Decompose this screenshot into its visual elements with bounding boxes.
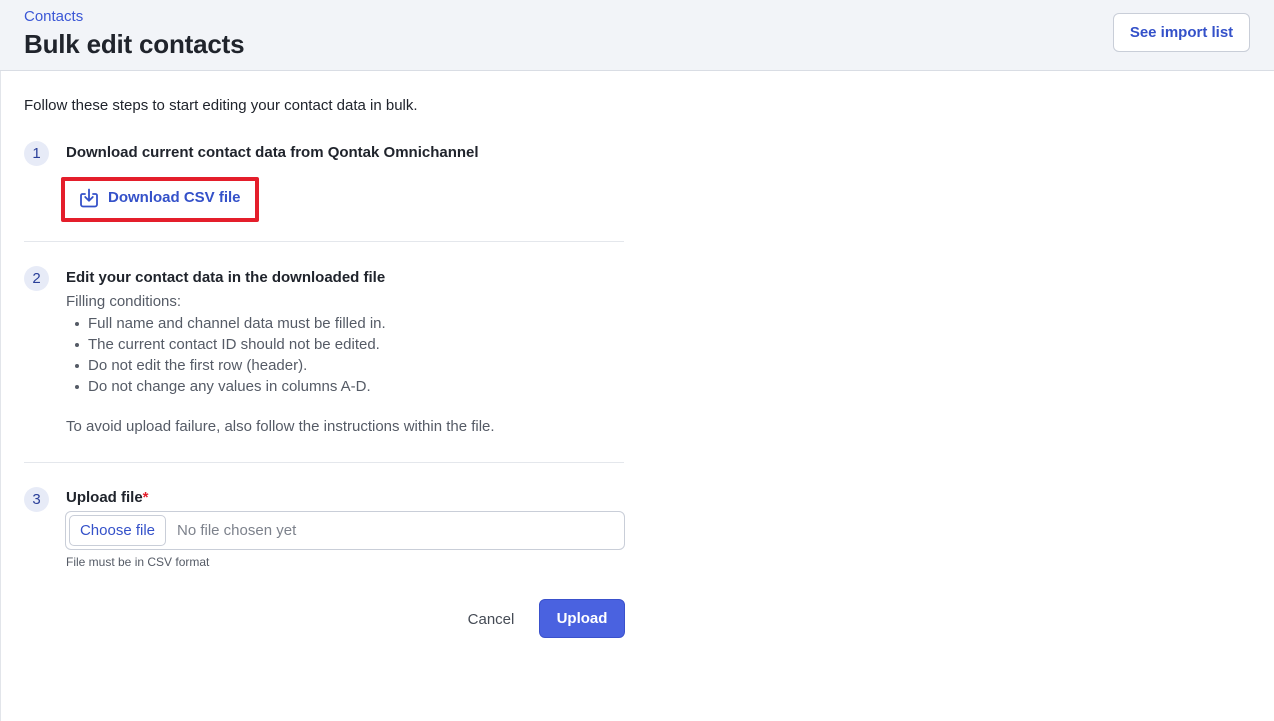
step-divider [24, 462, 624, 463]
page-header: Contacts Bulk edit contacts See import l… [0, 0, 1274, 71]
condition-item: Do not edit the first row (header). [66, 355, 386, 376]
step-1-number: 1 [24, 141, 49, 166]
step-3-title: Upload file* [66, 489, 149, 506]
download-csv-button[interactable]: Download CSV file [66, 181, 254, 218]
page-title: Bulk edit contacts [24, 29, 245, 59]
breadcrumb-contacts[interactable]: Contacts [24, 8, 83, 25]
condition-item: Full name and channel data must be fille… [66, 313, 386, 334]
intro-text: Follow these steps to start editing your… [24, 97, 418, 114]
step-3-number: 3 [24, 487, 49, 512]
no-file-text: No file chosen yet [177, 522, 297, 539]
step-2-title: Edit your contact data in the downloaded… [66, 269, 386, 286]
condition-item: The current contact ID should not be edi… [66, 334, 386, 355]
conditions-list: Full name and channel data must be fille… [66, 313, 386, 397]
download-csv-label: Download CSV file [108, 189, 241, 206]
see-import-list-button[interactable]: See import list [1113, 13, 1250, 52]
step-2-number: 2 [24, 266, 49, 291]
file-format-hint: File must be in CSV format [66, 555, 210, 569]
upload-failure-note: To avoid upload failure, also follow the… [66, 418, 495, 435]
upload-file-label: Upload file [66, 489, 143, 506]
required-asterisk: * [142, 489, 149, 506]
file-input[interactable]: Choose file No file chosen yet [65, 511, 625, 550]
download-tray-icon [80, 188, 98, 208]
upload-button[interactable]: Upload [539, 599, 625, 638]
step-1-title: Download current contact data from Qonta… [66, 144, 479, 161]
conditions-heading: Filling conditions: [66, 293, 182, 310]
condition-item: Do not change any values in columns A-D. [66, 376, 386, 397]
step-divider [24, 241, 624, 242]
cancel-button[interactable]: Cancel [455, 604, 527, 634]
choose-file-button[interactable]: Choose file [69, 515, 166, 546]
